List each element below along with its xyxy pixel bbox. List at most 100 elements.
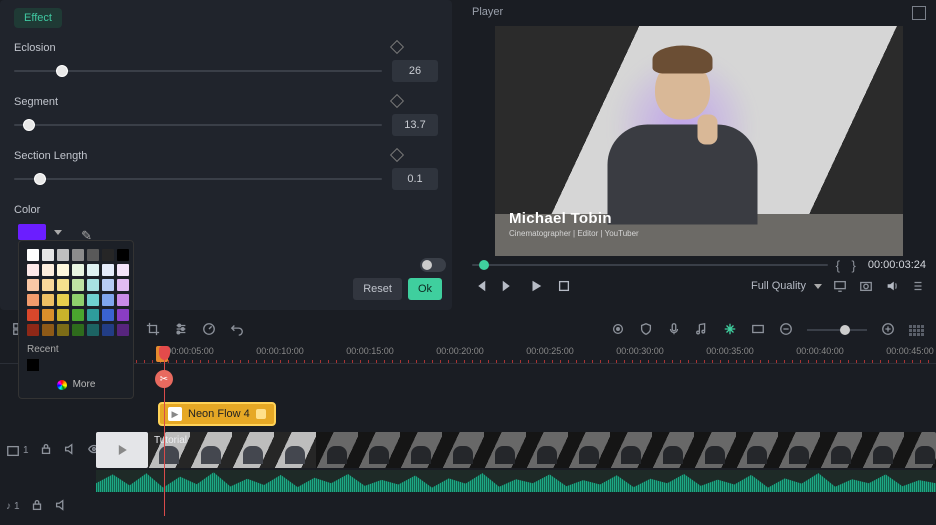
color-recent-swatch[interactable] [27, 359, 39, 371]
play-button[interactable] [528, 278, 544, 294]
color-cell[interactable] [117, 309, 129, 321]
zoom-out-button[interactable] [779, 322, 793, 339]
value-section[interactable]: 0.1 [392, 168, 438, 190]
effect-toggle[interactable] [420, 258, 446, 272]
player-viewport[interactable]: Michael Tobin Cinematographer | Editor |… [495, 26, 903, 256]
zoom-slider[interactable] [807, 329, 867, 331]
color-cell[interactable] [72, 324, 84, 336]
color-cell[interactable] [87, 249, 99, 261]
color-cell[interactable] [57, 264, 69, 276]
color-cell[interactable] [72, 249, 84, 261]
color-cell[interactable] [57, 279, 69, 291]
zoom-in-button[interactable] [881, 322, 895, 339]
track-mute-icon[interactable] [63, 442, 77, 459]
cut-button[interactable]: ✂ [155, 370, 173, 388]
quality-dropdown[interactable]: Full Quality [751, 280, 822, 292]
timeline-ruler[interactable]: 00:00:05:0000:00:10:0000:00:15:0000:00:2… [0, 346, 936, 364]
adjust-icon[interactable] [174, 322, 188, 339]
video-thumbnail [736, 432, 778, 468]
auto-icon[interactable] [611, 322, 625, 339]
reset-button[interactable]: Reset [353, 278, 402, 300]
color-cell[interactable] [42, 249, 54, 261]
color-cell[interactable] [117, 324, 129, 336]
color-cell[interactable] [42, 294, 54, 306]
color-cell[interactable] [102, 324, 114, 336]
color-cell[interactable] [87, 279, 99, 291]
video-clip[interactable]: Tutorial [148, 432, 936, 468]
color-cell[interactable] [102, 309, 114, 321]
color-cell[interactable] [57, 309, 69, 321]
color-cell[interactable] [42, 279, 54, 291]
color-cell[interactable] [27, 309, 39, 321]
color-cell[interactable] [87, 324, 99, 336]
color-cell[interactable] [102, 279, 114, 291]
color-cell[interactable] [57, 324, 69, 336]
color-cell[interactable] [72, 294, 84, 306]
color-cell[interactable] [87, 264, 99, 276]
crop-icon[interactable] [146, 322, 160, 339]
prev-frame-button[interactable] [472, 278, 488, 294]
undo-icon[interactable] [230, 322, 244, 339]
playhead-handle[interactable] [159, 346, 170, 360]
ruler-timestamp: 00:00:40:00 [796, 346, 844, 356]
playhead[interactable]: ✂ [164, 346, 165, 516]
color-cell[interactable] [27, 279, 39, 291]
speed-icon[interactable] [202, 322, 216, 339]
slider-section[interactable] [14, 172, 382, 186]
color-cell[interactable] [102, 294, 114, 306]
tab-effect[interactable]: Effect [14, 8, 62, 28]
display-icon[interactable] [832, 278, 848, 294]
color-cell[interactable] [42, 309, 54, 321]
color-cell[interactable] [117, 264, 129, 276]
color-cell[interactable] [27, 264, 39, 276]
color-swatch-button[interactable] [14, 222, 66, 242]
bracket-icons[interactable]: { } [836, 258, 860, 273]
color-more-button[interactable]: More [27, 379, 125, 390]
shield-icon[interactable] [639, 322, 653, 339]
color-cell[interactable] [102, 264, 114, 276]
track-mute-icon[interactable] [54, 498, 68, 515]
lower-third-subtitle: Cinematographer | Editor | YouTuber [509, 229, 639, 238]
color-cell[interactable] [72, 279, 84, 291]
color-cell[interactable] [27, 294, 39, 306]
color-cell[interactable] [87, 309, 99, 321]
next-frame-button[interactable] [500, 278, 516, 294]
snap-icon[interactable] [723, 322, 737, 339]
param-section-length: Section Length 0.1 [14, 150, 438, 190]
color-cell[interactable] [72, 309, 84, 321]
snapshot-icon[interactable] [858, 278, 874, 294]
music2-icon[interactable] [695, 322, 709, 339]
ok-button[interactable]: Ok [408, 278, 442, 300]
blank-clip[interactable] [96, 432, 148, 468]
color-cell[interactable] [72, 264, 84, 276]
mic-icon[interactable] [667, 322, 681, 339]
stop-button[interactable] [556, 278, 572, 294]
track-lock-icon[interactable] [30, 498, 44, 515]
volume-icon[interactable] [884, 278, 900, 294]
slider-segment[interactable] [14, 118, 382, 132]
value-segment[interactable]: 13.7 [392, 114, 438, 136]
aspect-icon[interactable] [751, 322, 765, 339]
slider-eclosion[interactable] [14, 64, 382, 78]
settings-icon[interactable] [910, 278, 926, 294]
effect-clip[interactable]: ▶ Neon Flow 4 [158, 402, 276, 426]
param-segment-label: Segment [14, 96, 438, 108]
player-seek-slider[interactable] [472, 264, 828, 266]
color-cell[interactable] [102, 249, 114, 261]
track-lock-icon[interactable] [39, 442, 53, 459]
thumbnail-size-icon[interactable] [909, 325, 924, 336]
param-segment: Segment 13.7 [14, 96, 438, 136]
color-cell[interactable] [42, 264, 54, 276]
color-cell[interactable] [117, 249, 129, 261]
color-cell[interactable] [27, 249, 39, 261]
color-cell[interactable] [87, 294, 99, 306]
audio-waveform[interactable] [96, 470, 936, 492]
color-cell[interactable] [57, 294, 69, 306]
color-cell[interactable] [27, 324, 39, 336]
color-cell[interactable] [117, 279, 129, 291]
color-cell[interactable] [42, 324, 54, 336]
color-cell[interactable] [117, 294, 129, 306]
value-eclosion[interactable]: 26 [392, 60, 438, 82]
color-cell[interactable] [57, 249, 69, 261]
expand-icon[interactable] [912, 6, 926, 20]
